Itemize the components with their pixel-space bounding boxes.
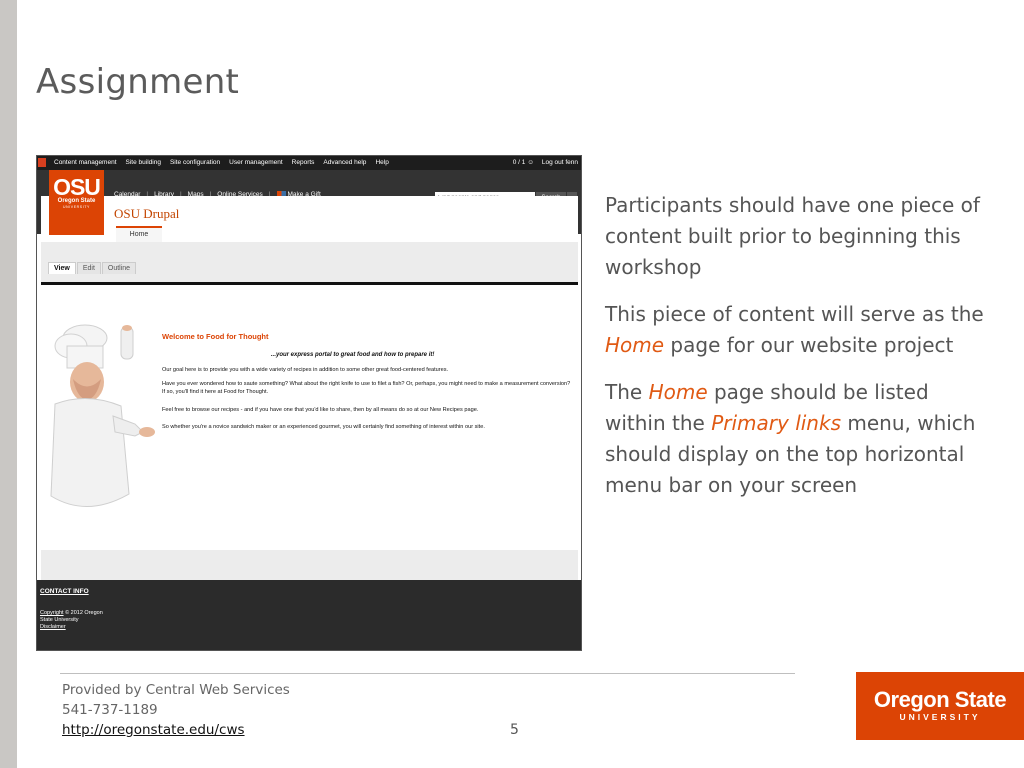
chef-illustration [50, 324, 155, 507]
logout-link[interactable]: Log out fenn [542, 159, 578, 166]
admin-menu-advanced-help[interactable]: Advanced help [323, 159, 366, 166]
user-count: 0 / 1 ☺ [513, 159, 534, 166]
oregon-state-logo: Oregon State UNIVERSITY [856, 672, 1024, 740]
bullet-3: The Home page should be listed within th… [605, 377, 995, 501]
logo-osu-text: OSU [53, 174, 101, 200]
admin-menu-help[interactable]: Help [375, 159, 388, 166]
admin-icon[interactable] [38, 158, 46, 167]
site-name-bar: OSU Drupal Home [41, 196, 578, 242]
tab-edit[interactable]: Edit [76, 262, 101, 274]
site-footer: CONTACT INFO Copyright © 2012 Oregon Sta… [37, 580, 581, 650]
copyright-link[interactable]: Copyright [40, 610, 64, 616]
logo-name: Oregon State [873, 687, 1007, 712]
admin-menu-site-building[interactable]: Site building [126, 159, 161, 166]
primary-links-highlight: Primary links [711, 411, 841, 435]
copyright-text: © 2012 Oregon [63, 610, 103, 616]
copyright-line2: State University [40, 617, 79, 623]
user-count-text: 0 / 1 [512, 159, 526, 166]
copyright-block: Copyright © 2012 Oregon State University… [40, 610, 103, 631]
admin-menu-reports[interactable]: Reports [292, 159, 315, 166]
drupal-screenshot: Content management Site building Site co… [36, 155, 582, 651]
contact-info-link[interactable]: CONTACT INFO [40, 588, 89, 595]
credit-phone: 541-737-1189 [62, 702, 158, 718]
slide-body: Participants should have one piece of co… [605, 190, 995, 517]
left-accent-bar [0, 0, 17, 768]
user-icon: ☺ [527, 159, 534, 166]
admin-menu-content-management[interactable]: Content management [54, 159, 117, 166]
page-number: 5 [510, 722, 519, 738]
local-tasks: View Edit Outline [48, 262, 137, 274]
credit-line: Provided by Central Web Services [62, 682, 290, 698]
credit-url-link[interactable]: http://oregonstate.edu/cws [62, 722, 245, 738]
logo-university-text: UNIVERSITY [62, 205, 90, 209]
content-paragraph: Have you ever wondered how to saute some… [162, 381, 571, 395]
content-paragraph: So whether you're a novice sandwich make… [162, 424, 485, 430]
osu-logo[interactable]: OSU Oregon State UNIVERSITY [49, 170, 104, 235]
tab-view[interactable]: View [48, 262, 76, 274]
home-highlight: Home [648, 380, 708, 404]
admin-menu-user-management[interactable]: User management [229, 159, 282, 166]
footer-divider [60, 673, 795, 674]
primary-link-home[interactable]: Home [116, 226, 162, 242]
disclaimer-link[interactable]: Disclaimer [40, 624, 66, 630]
logo-university: UNIVERSITY [899, 712, 981, 722]
admin-menu-site-configuration[interactable]: Site configuration [170, 159, 220, 166]
admin-menu-bar: Content management Site building Site co… [37, 156, 581, 170]
content-tagline: ...your express portal to great food and… [271, 352, 435, 358]
home-highlight: Home [605, 333, 665, 357]
bullet-3-text: The [605, 380, 649, 404]
content-heading: Welcome to Food for Thought [162, 332, 269, 341]
bullet-2: This piece of content will serve as the … [605, 299, 995, 361]
bullet-2-text: This piece of content will serve as the [605, 302, 984, 326]
site-name[interactable]: OSU Drupal [114, 206, 179, 222]
content-paragraph: Feel free to browse our recipes - and if… [162, 407, 479, 413]
content-paragraph: Our goal here is to provide you with a w… [162, 367, 449, 373]
slide-title: Assignment [36, 62, 240, 102]
bullet-2-text-end: page for our website project [664, 333, 954, 357]
credit-block: Provided by Central Web Services 541-737… [62, 680, 290, 740]
tab-outline[interactable]: Outline [101, 262, 137, 274]
bullet-1: Participants should have one piece of co… [605, 193, 980, 279]
